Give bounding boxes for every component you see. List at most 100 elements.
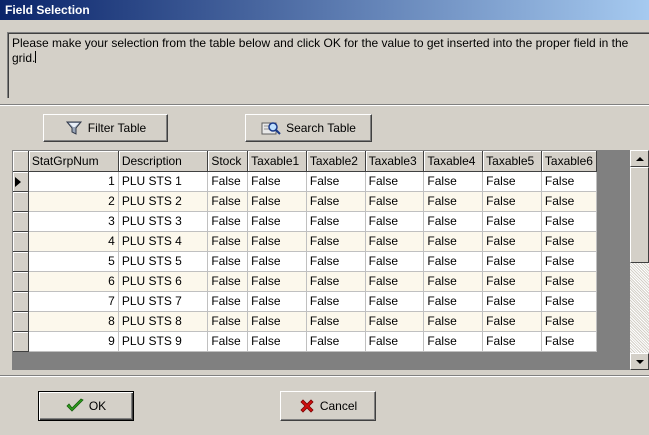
cell-taxable5[interactable]: False — [482, 191, 542, 212]
row-indicator[interactable] — [13, 311, 29, 332]
cell-taxable4[interactable]: False — [423, 171, 484, 192]
cell-description[interactable]: PLU STS 7 — [118, 291, 209, 312]
column-header-taxable6[interactable]: Taxable6 — [541, 151, 598, 172]
cell-stock[interactable]: False — [207, 211, 249, 232]
cell-taxable3[interactable]: False — [365, 251, 425, 272]
filter-table-button[interactable]: Filter Table — [43, 114, 168, 142]
cell-taxable2[interactable]: False — [306, 251, 366, 272]
cell-statgrpnum[interactable]: 6 — [28, 271, 119, 292]
column-header-taxable5[interactable]: Taxable5 — [482, 151, 542, 172]
cell-taxable2[interactable]: False — [306, 271, 366, 292]
cell-statgrpnum[interactable]: 3 — [28, 211, 119, 232]
cell-taxable2[interactable]: False — [306, 191, 366, 212]
cell-taxable6[interactable]: False — [541, 291, 598, 312]
cell-taxable6[interactable]: False — [541, 171, 598, 192]
cell-description[interactable]: PLU STS 3 — [118, 211, 209, 232]
cell-description[interactable]: PLU STS 4 — [118, 231, 209, 252]
cell-taxable3[interactable]: False — [365, 231, 425, 252]
column-header-taxable2[interactable]: Taxable2 — [306, 151, 366, 172]
cell-statgrpnum[interactable]: 7 — [28, 291, 119, 312]
cell-taxable6[interactable]: False — [541, 211, 598, 232]
cell-taxable4[interactable]: False — [423, 291, 484, 312]
table-row[interactable]: 6 PLU STS 6 False False False False Fals… — [13, 271, 598, 292]
cell-taxable3[interactable]: False — [365, 211, 425, 232]
cell-description[interactable]: PLU STS 9 — [118, 331, 209, 352]
cell-taxable4[interactable]: False — [423, 331, 484, 352]
scroll-thumb[interactable] — [630, 167, 649, 263]
grid-vertical-scrollbar[interactable] — [630, 150, 649, 370]
column-header-taxable4[interactable]: Taxable4 — [423, 151, 484, 172]
cell-taxable1[interactable]: False — [247, 171, 307, 192]
cell-taxable4[interactable]: False — [423, 191, 484, 212]
cell-description[interactable]: PLU STS 2 — [118, 191, 209, 212]
cell-taxable1[interactable]: False — [247, 231, 307, 252]
cell-stock[interactable]: False — [207, 171, 249, 192]
cell-statgrpnum[interactable]: 5 — [28, 251, 119, 272]
table-row[interactable]: 2 PLU STS 2 False False False False Fals… — [13, 191, 598, 212]
instruction-message[interactable]: Please make your selection from the tabl… — [7, 32, 649, 98]
cell-taxable2[interactable]: False — [306, 311, 366, 332]
cell-stock[interactable]: False — [207, 191, 249, 212]
row-indicator[interactable] — [13, 191, 29, 212]
table-row[interactable]: 4 PLU STS 4 False False False False Fals… — [13, 231, 598, 252]
cell-statgrpnum[interactable]: 9 — [28, 331, 119, 352]
cell-taxable1[interactable]: False — [247, 311, 307, 332]
table-row[interactable]: 7 PLU STS 7 False False False False Fals… — [13, 291, 598, 312]
table-row[interactable]: 3 PLU STS 3 False False False False Fals… — [13, 211, 598, 232]
row-indicator[interactable] — [13, 291, 29, 312]
cell-taxable3[interactable]: False — [365, 331, 425, 352]
row-indicator[interactable] — [13, 231, 29, 252]
row-indicator[interactable] — [13, 211, 29, 232]
cell-stock[interactable]: False — [207, 231, 249, 252]
cell-taxable5[interactable]: False — [482, 251, 542, 272]
cell-taxable6[interactable]: False — [541, 251, 598, 272]
cell-taxable2[interactable]: False — [306, 231, 366, 252]
cell-taxable2[interactable]: False — [306, 211, 366, 232]
ok-button[interactable]: OK — [38, 391, 134, 421]
cell-taxable1[interactable]: False — [247, 211, 307, 232]
cell-taxable4[interactable]: False — [423, 251, 484, 272]
row-indicator[interactable] — [13, 271, 29, 292]
cell-statgrpnum[interactable]: 4 — [28, 231, 119, 252]
cell-taxable1[interactable]: False — [247, 291, 307, 312]
cell-taxable6[interactable]: False — [541, 271, 598, 292]
column-header-description[interactable]: Description — [118, 151, 209, 172]
cell-description[interactable]: PLU STS 1 — [118, 171, 209, 192]
column-header-statgrpnum[interactable]: StatGrpNum — [28, 151, 119, 172]
cell-taxable1[interactable]: False — [247, 251, 307, 272]
cancel-button[interactable]: Cancel — [280, 391, 376, 421]
cell-taxable1[interactable]: False — [247, 331, 307, 352]
cell-taxable4[interactable]: False — [423, 311, 484, 332]
cell-taxable5[interactable]: False — [482, 171, 542, 192]
cell-taxable1[interactable]: False — [247, 271, 307, 292]
cell-taxable5[interactable]: False — [482, 291, 542, 312]
cell-taxable6[interactable]: False — [541, 191, 598, 212]
cell-taxable5[interactable]: False — [482, 211, 542, 232]
cell-description[interactable]: PLU STS 8 — [118, 311, 209, 332]
cell-taxable3[interactable]: False — [365, 271, 425, 292]
cell-stock[interactable]: False — [207, 251, 249, 272]
cell-taxable5[interactable]: False — [482, 311, 542, 332]
cell-description[interactable]: PLU STS 5 — [118, 251, 209, 272]
cell-taxable5[interactable]: False — [482, 231, 542, 252]
cell-stock[interactable]: False — [207, 291, 249, 312]
column-header-stock[interactable]: Stock — [207, 151, 249, 172]
cell-taxable4[interactable]: False — [423, 231, 484, 252]
table-row[interactable]: 5 PLU STS 5 False False False False Fals… — [13, 251, 598, 272]
cell-taxable3[interactable]: False — [365, 171, 425, 192]
cell-taxable3[interactable]: False — [365, 291, 425, 312]
cell-statgrpnum[interactable]: 2 — [28, 191, 119, 212]
cell-taxable2[interactable]: False — [306, 291, 366, 312]
cell-description[interactable]: PLU STS 6 — [118, 271, 209, 292]
cell-taxable3[interactable]: False — [365, 311, 425, 332]
cell-taxable6[interactable]: False — [541, 311, 598, 332]
cell-taxable3[interactable]: False — [365, 191, 425, 212]
data-grid[interactable]: StatGrpNum Description Stock Taxable1 Ta… — [12, 150, 649, 370]
scroll-down-button[interactable] — [630, 353, 649, 370]
table-row[interactable]: 8 PLU STS 8 False False False False Fals… — [13, 311, 598, 332]
cell-taxable1[interactable]: False — [247, 191, 307, 212]
row-indicator[interactable] — [13, 171, 29, 192]
cell-taxable5[interactable]: False — [482, 271, 542, 292]
table-row[interactable]: 1 PLU STS 1 False False False False Fals… — [13, 171, 598, 192]
cell-taxable4[interactable]: False — [423, 271, 484, 292]
